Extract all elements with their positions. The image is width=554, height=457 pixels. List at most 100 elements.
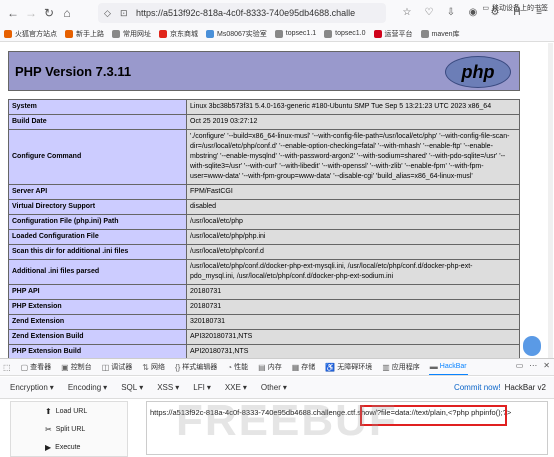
row-value: 20180731 xyxy=(186,299,520,315)
hackbar-menu-item[interactable]: Encryption ▾ xyxy=(10,383,54,392)
hackbar-menu-item[interactable]: XXE ▾ xyxy=(225,383,247,392)
bookmark-item[interactable]: 常用网址 xyxy=(112,29,151,39)
split-url-button[interactable]: ✂ Split URL xyxy=(11,420,127,438)
page-title: PHP Version 7.3.11 xyxy=(15,64,132,79)
bookmark-item[interactable]: 京东商城 xyxy=(159,29,198,39)
execute-button[interactable]: ▶ Execute xyxy=(11,438,127,456)
devtools-tabbar: ⬚ ▢ 查看器 ▣ 控制台 ◫ 调试器 ⇅ 网络 {} 样式编辑器 ◔ 性能 ▤ 内存 ▦ 存储 ♿ 无障碍环境 ▥… xyxy=(0,358,554,376)
account-icon[interactable]: ◉ xyxy=(466,4,480,20)
table-row: System Linux 3bc38b573f31 5.4.0-163-gener… xyxy=(8,99,520,115)
page-scrollbar[interactable] xyxy=(548,43,553,358)
load-url-button[interactable]: ⬆ Load URL xyxy=(11,402,127,420)
bookmark-item[interactable]: topsec1.0 xyxy=(324,29,366,38)
hackbar-menu-item[interactable]: Other ▾ xyxy=(261,383,287,392)
php-header: PHP Version 7.3.11 php xyxy=(8,51,520,91)
chevron-down-icon: ▾ xyxy=(139,383,144,392)
bookmark-favicon-icon xyxy=(159,29,167,38)
php-logo: php xyxy=(445,56,511,88)
bookmark-favicon-icon xyxy=(324,29,333,38)
devtools-tab[interactable]: ▣ 控制台 xyxy=(60,359,93,375)
pick-element-icon[interactable]: ⬚ xyxy=(2,359,12,375)
mobile-bookmarks[interactable]: ▭ 移动设备上的书签 xyxy=(482,3,548,13)
bookmark-favicon-icon xyxy=(274,29,283,38)
devtools-tab-icon: ◫ xyxy=(101,362,110,372)
hackbar-menu-item[interactable]: SQL ▾ xyxy=(121,383,143,392)
devtools-tab[interactable]: ▥ 应用程序 xyxy=(381,359,421,375)
row-value: API320180731,NTS xyxy=(186,329,520,345)
bookmark-favicon-icon xyxy=(65,29,73,38)
devtools-tab[interactable]: ▬ HackBar xyxy=(428,359,468,375)
row-value: 20180731 xyxy=(186,284,520,300)
devtools-tab-icon: {} xyxy=(174,362,181,372)
row-key: PHP Extension xyxy=(8,299,187,315)
forward-icon[interactable]: → xyxy=(22,4,40,22)
devtools-tab-icon: ⇅ xyxy=(142,362,149,372)
bookmark-item[interactable]: 火狐官方站点 xyxy=(4,29,57,39)
table-row: PHP API 20180731 xyxy=(8,284,520,300)
devtools-tab[interactable]: ♿ 无障碍环境 xyxy=(324,359,373,375)
devtools-tab-icon: ▣ xyxy=(61,362,69,372)
row-key: Build Date xyxy=(8,114,187,130)
reload-icon[interactable]: ↻ xyxy=(40,4,58,22)
devtools-tab-icon: ▤ xyxy=(258,362,266,372)
hackbar-menu-item[interactable]: XSS ▾ xyxy=(157,383,179,392)
table-row: Scan this dir for additional .ini files /… xyxy=(8,244,520,260)
download-icon[interactable]: ⇩ xyxy=(444,4,458,20)
devtools-tab[interactable]: ⇅ 网络 xyxy=(141,359,166,375)
row-key: Zend Extension Build xyxy=(8,329,187,345)
chevron-down-icon: ▾ xyxy=(103,383,108,392)
browser-toolbar: ← → ↻ ⌂ ◇ ⊡ https://a513f92c-818a-4c0f-8… xyxy=(0,0,554,26)
devtools-tab[interactable]: ▢ 查看器 xyxy=(20,359,53,375)
table-row: Additional .ini files parsed/usr/local/e… xyxy=(8,259,520,285)
bookmark-star-icon[interactable]: ☆ xyxy=(400,4,414,20)
row-key: PHP API xyxy=(8,284,187,300)
devtools-tab-icon: ♿ xyxy=(325,362,336,372)
devtools-tab-icon: ▦ xyxy=(291,362,300,372)
bookmark-favicon-icon xyxy=(420,29,429,38)
row-key: Loaded Configuration File xyxy=(8,229,187,245)
hackbar-menu-item[interactable]: LFI ▾ xyxy=(193,383,211,392)
chevron-down-icon: ▾ xyxy=(175,383,180,392)
scissors-icon: ✂ xyxy=(45,424,52,434)
devtools-tab[interactable]: ▤ 内存 xyxy=(257,359,283,375)
bookmark-favicon-icon xyxy=(373,29,382,38)
floating-widget-icon[interactable] xyxy=(523,336,541,356)
commit-now-link[interactable]: Commit now! xyxy=(454,383,501,392)
bookmark-item[interactable]: maven库 xyxy=(420,29,460,39)
row-value: Linux 3bc38b573f31 5.4.0-163-generic #18… xyxy=(186,99,520,115)
shield-icon[interactable]: ◇ xyxy=(104,8,114,18)
row-value: /usr/local/etc/php xyxy=(186,214,520,230)
table-row: PHP Extension Build API20180731,NTS xyxy=(8,344,520,358)
devtools-tab[interactable]: ◔ 性能 xyxy=(226,359,249,375)
home-icon[interactable]: ⌂ xyxy=(58,4,76,22)
hackbar-menu-item[interactable]: Encoding ▾ xyxy=(68,383,107,392)
lock-icon[interactable]: ⊡ xyxy=(120,8,130,18)
bookmark-item[interactable]: topsec1.1 xyxy=(274,29,316,38)
chevron-down-icon: ▾ xyxy=(206,383,211,392)
row-key: Configuration File (php.ini) Path xyxy=(8,214,187,230)
chevron-down-icon: ▾ xyxy=(49,383,54,392)
more-options-icon[interactable]: ⋯ xyxy=(529,361,537,370)
row-key: Additional .ini files parsed xyxy=(8,259,187,285)
row-key: Configure Command xyxy=(8,129,187,185)
bookmarks-bar: 火狐官方站点 新手上路 常用网址 京东商城 Ms08067实验室 topsec1.1 top… xyxy=(0,26,554,42)
bookmark-item[interactable]: 运营平台 xyxy=(373,29,413,39)
row-key: System xyxy=(8,99,187,115)
table-row: Loaded Configuration File/usr/local/etc/… xyxy=(8,229,520,245)
dock-icon[interactable]: ▭ xyxy=(516,361,524,370)
address-bar[interactable]: ◇ ⊡ https://a513f92c-818a-4c0f-8333-740e… xyxy=(98,3,386,23)
bookmark-favicon-icon xyxy=(206,29,214,38)
devtools-tab[interactable]: ◫ 调试器 xyxy=(101,359,134,375)
bookmark-item[interactable]: 新手上路 xyxy=(65,29,104,39)
close-devtools-icon[interactable]: ✕ xyxy=(543,361,550,370)
url-text[interactable]: https://a513f92c-818a-4c0f-8333-740e95db… xyxy=(136,8,368,18)
pocket-icon[interactable]: ♡ xyxy=(422,4,436,20)
back-icon[interactable]: ← xyxy=(4,4,22,22)
hackbar-right: Commit now! HackBar v2 xyxy=(454,383,546,392)
devtools-tab[interactable]: {} 样式编辑器 xyxy=(174,359,218,375)
devtools-tab[interactable]: ▦ 存储 xyxy=(291,359,317,375)
bookmark-item[interactable]: Ms08067实验室 xyxy=(206,29,267,39)
load-icon: ⬆ xyxy=(45,406,52,416)
row-value: /usr/local/etc/php/conf.d/docker-php-ext… xyxy=(186,259,520,285)
hackbar-url-textarea[interactable]: https://a513f92c-818a-4c0f-8333-740e95db… xyxy=(146,401,548,455)
